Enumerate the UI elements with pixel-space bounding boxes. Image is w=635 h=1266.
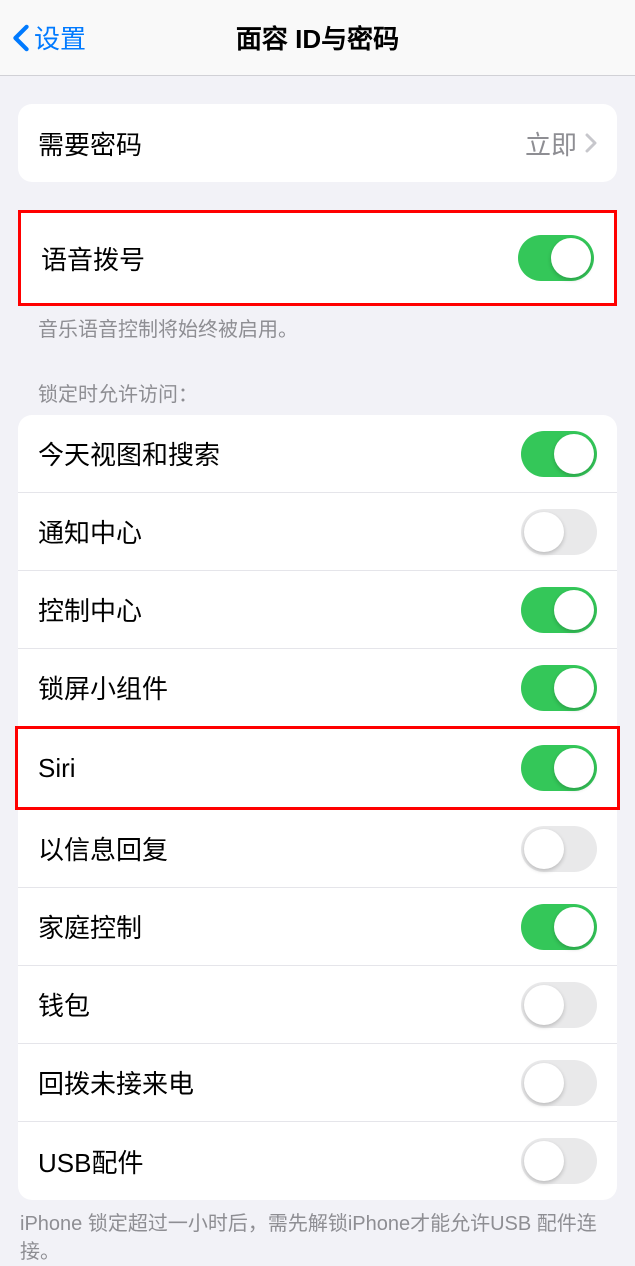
locked-access-label: Siri: [38, 753, 76, 784]
locked-access-list: 今天视图和搜索通知中心控制中心锁屏小组件 Siri 以信息回复家庭控制钱包回拨未接来…: [18, 415, 617, 1200]
voice-dial-toggle[interactable]: [518, 235, 594, 281]
nav-header: 设置 面容 ID与密码: [0, 0, 635, 76]
back-button[interactable]: 设置: [0, 19, 86, 56]
locked-access-label: 通知中心: [38, 513, 142, 550]
locked-access-row: USB配件: [18, 1122, 617, 1200]
locked-access-toggle[interactable]: [521, 1060, 597, 1106]
locked-access-row: 控制中心: [18, 571, 617, 649]
locked-access-toggle[interactable]: [521, 665, 597, 711]
locked-access-row: 通知中心: [18, 493, 617, 571]
locked-access-label: 钱包: [38, 986, 90, 1023]
locked-access-toggle[interactable]: [521, 431, 597, 477]
locked-access-label: 回拨未接来电: [38, 1064, 194, 1101]
locked-access-label: 控制中心: [38, 591, 142, 628]
locked-access-toggle[interactable]: [521, 587, 597, 633]
require-passcode-value: 立即: [525, 125, 597, 162]
locked-access-row: 家庭控制: [18, 888, 617, 966]
locked-access-label: USB配件: [38, 1143, 143, 1180]
locked-access-toggle[interactable]: [521, 826, 597, 872]
locked-access-row: 锁屏小组件: [18, 649, 617, 727]
chevron-left-icon: [12, 24, 30, 52]
locked-access-label: 锁屏小组件: [38, 669, 168, 706]
locked-access-row: 回拨未接来电: [18, 1044, 617, 1122]
locked-access-row: 以信息回复: [18, 810, 617, 888]
voice-dial-label: 语音拨号: [41, 240, 145, 277]
locked-access-toggle[interactable]: [521, 1138, 597, 1184]
require-passcode-label: 需要密码: [38, 125, 142, 162]
require-passcode-row[interactable]: 需要密码 立即: [18, 104, 617, 182]
require-passcode-value-text: 立即: [525, 125, 577, 162]
page-title: 面容 ID与密码: [236, 19, 399, 56]
locked-access-toggle[interactable]: [521, 982, 597, 1028]
locked-access-label: 今天视图和搜索: [38, 435, 220, 472]
locked-access-toggle[interactable]: [521, 509, 597, 555]
chevron-right-icon: [585, 133, 597, 153]
voice-dial-row: 语音拨号: [21, 213, 614, 303]
voice-dial-footer: 音乐语音控制将始终被启用。: [18, 306, 617, 344]
locked-access-header: 锁定时允许访问：: [18, 378, 617, 415]
locked-access-label: 家庭控制: [38, 908, 142, 945]
locked-access-row: 今天视图和搜索: [18, 415, 617, 493]
locked-access-toggle[interactable]: [521, 745, 597, 791]
locked-access-footer: iPhone 锁定超过一小时后，需先解锁iPhone才能允许USB 配件连接。: [18, 1200, 617, 1266]
locked-access-toggle[interactable]: [521, 904, 597, 950]
locked-access-row: Siri: [18, 729, 617, 807]
locked-access-label: 以信息回复: [38, 830, 168, 867]
back-label: 设置: [34, 19, 86, 56]
locked-access-row: 钱包: [18, 966, 617, 1044]
